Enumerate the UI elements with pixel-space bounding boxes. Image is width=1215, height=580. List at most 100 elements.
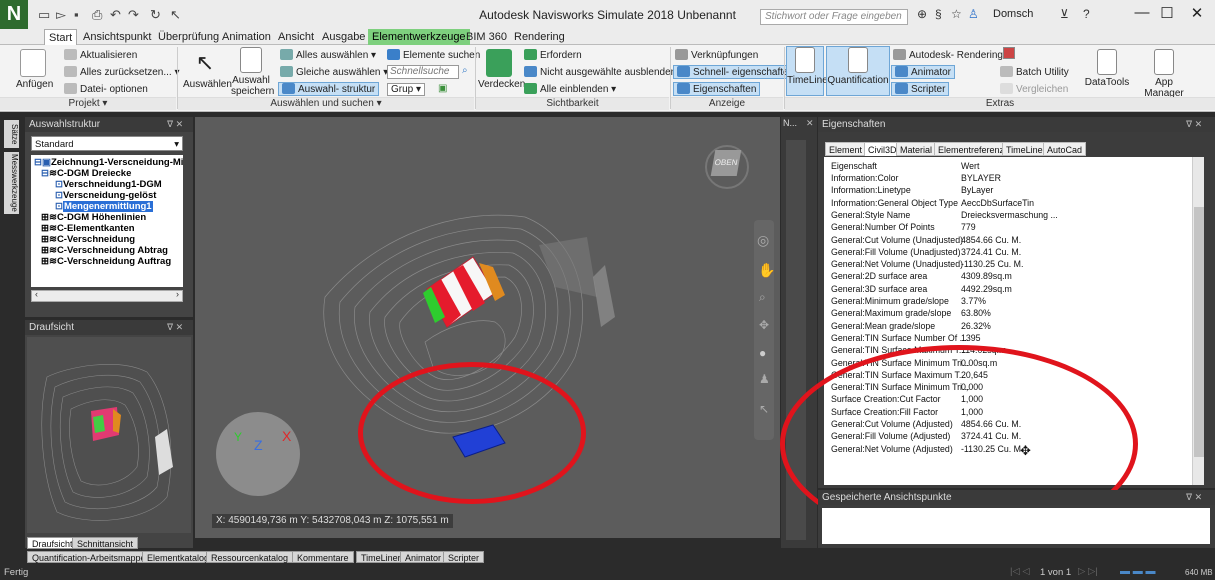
view-cube[interactable]: OBEN bbox=[710, 150, 742, 176]
erfordern-button[interactable]: Erfordern bbox=[524, 49, 582, 61]
tab-ansicht[interactable]: Ansicht bbox=[274, 29, 318, 45]
tab-elementkatalog[interactable]: Elementkatalog bbox=[142, 551, 215, 563]
group-auswaehlen[interactable]: Auswählen und suchen ▾ bbox=[178, 97, 474, 110]
auswaehlen-button[interactable]: ↖ Auswählen bbox=[183, 49, 232, 90]
subscription-icon[interactable]: § bbox=[935, 7, 942, 21]
animator-button[interactable]: Animator bbox=[891, 65, 956, 79]
star-icon[interactable]: ☆ bbox=[951, 7, 962, 21]
gleiche-auswaehlen-button[interactable]: Gleiche auswählen ▾ bbox=[280, 66, 388, 78]
elemente-suchen-button[interactable]: Elemente suchen bbox=[387, 49, 480, 61]
app-manager-button[interactable]: App Manager bbox=[1135, 49, 1193, 99]
verknuepfungen-button[interactable]: Verknüpfungen bbox=[675, 49, 758, 61]
expand-icon: ⊞ bbox=[41, 234, 49, 245]
maximize-button[interactable]: ☐ bbox=[1152, 4, 1182, 22]
scroll-right-icon[interactable]: › bbox=[176, 289, 179, 299]
tab-draufsicht[interactable]: Draufsicht bbox=[27, 537, 78, 549]
axis-z-label: Z bbox=[254, 437, 263, 453]
grup-label: Grup bbox=[391, 84, 414, 95]
zuruecksetzen-button[interactable]: Alles zurücksetzen... ▾ bbox=[64, 66, 180, 78]
prop-tab-element[interactable]: Element bbox=[825, 142, 867, 156]
group-projekt[interactable]: Projekt ▾ bbox=[0, 97, 176, 110]
tab-ausgabe[interactable]: Ausgabe bbox=[318, 29, 369, 45]
close-button[interactable]: ✕ bbox=[1182, 4, 1212, 22]
saetze-tab[interactable]: Sätze bbox=[4, 120, 19, 148]
datei-optionen-button[interactable]: Datei- optionen bbox=[64, 83, 148, 95]
datatools-button[interactable]: DataTools bbox=[1081, 49, 1133, 88]
datatools-label: DataTools bbox=[1084, 77, 1130, 88]
tab-animator-bottom[interactable]: Animator bbox=[400, 551, 447, 563]
tab-rendering[interactable]: Rendering bbox=[510, 29, 569, 45]
sets-icon[interactable]: ▣ bbox=[438, 83, 447, 94]
tree-item-label: Verscneidung-gelöst bbox=[62, 190, 157, 201]
search-input[interactable]: Stichwort oder Frage eingeben bbox=[760, 9, 908, 25]
saved-views-list[interactable] bbox=[822, 508, 1210, 544]
tab-scripter-bottom[interactable]: Scripter bbox=[443, 551, 485, 563]
prop-tab-elementreferenz[interactable]: Elementreferenz bbox=[934, 142, 1009, 156]
help-icon[interactable]: ? bbox=[1083, 7, 1090, 21]
tab-bim360[interactable]: BIM 360 bbox=[462, 29, 511, 45]
axis-y-label: Y bbox=[234, 430, 243, 444]
tree-horizontal-scrollbar[interactable]: ‹ › bbox=[31, 289, 183, 302]
binoculars-icon[interactable]: ⊕ bbox=[917, 7, 927, 21]
tab-ressourcenkatalog[interactable]: Ressourcenkatalog bbox=[206, 551, 294, 563]
alles-auswaehlen-button[interactable]: Alles auswählen ▾ bbox=[280, 49, 376, 61]
panel-close-icon[interactable]: ᐁ ✕ bbox=[167, 322, 183, 333]
zoom-icon[interactable]: ⌕ bbox=[759, 290, 766, 305]
schnellsuche-input[interactable]: Schnellsuche bbox=[387, 65, 459, 79]
appearance-icon[interactable] bbox=[1003, 47, 1015, 59]
quick-find-icon[interactable]: ⌕ bbox=[462, 65, 468, 76]
tab-quantification-workbook[interactable]: Quantification-Arbeitsmappe bbox=[27, 551, 151, 563]
links-icon bbox=[675, 49, 688, 60]
prop-tab-autocad[interactable]: AutoCad bbox=[1043, 142, 1087, 156]
auswahl-struktur-button[interactable]: Auswahl- struktur bbox=[278, 82, 380, 96]
property-value: -1130.25 Cu. M. bbox=[961, 259, 1024, 270]
anfuegen-button[interactable]: Anfügen bbox=[16, 49, 53, 90]
pan-hand-icon[interactable]: ✋ bbox=[758, 262, 775, 279]
eigenschaften-button[interactable]: Eigenschaften bbox=[673, 82, 761, 96]
look-icon[interactable]: ● bbox=[759, 346, 766, 360]
timeliner-button[interactable]: TimeLiner bbox=[786, 46, 831, 96]
tab-elementwerkzeuge[interactable]: Elementwerkzeuge bbox=[368, 29, 470, 45]
panel-close-icon[interactable]: ᐁ ✕ bbox=[1186, 492, 1202, 503]
aktualisieren-button[interactable]: Aktualisieren bbox=[64, 49, 137, 61]
select-tool-icon[interactable]: ↖ bbox=[759, 402, 769, 416]
steering-wheel-icon[interactable]: ◎ bbox=[757, 232, 769, 249]
orbit-icon[interactable]: ✥ bbox=[759, 318, 769, 332]
user-name[interactable]: Domsch bbox=[993, 8, 1033, 20]
batch-utility-button[interactable]: Batch Utility bbox=[1000, 66, 1069, 78]
tab-schnittansicht[interactable]: Schnittansicht bbox=[72, 537, 139, 549]
tab-timeliner-bottom[interactable]: TimeLiner bbox=[356, 551, 406, 563]
reset-icon bbox=[64, 66, 77, 77]
cart-icon[interactable]: ⊻ bbox=[1060, 7, 1069, 21]
narrow-panel-close-icon[interactable]: ✕ bbox=[806, 118, 814, 129]
alle-einblenden-button[interactable]: Alle einblenden ▾ bbox=[524, 83, 616, 95]
page-next-icon[interactable]: ▷ ▷| bbox=[1078, 566, 1098, 577]
schnell-eigenschaften-button[interactable]: Schnell- eigenschaften bbox=[673, 65, 799, 79]
panel-close-icon[interactable]: ᐁ ✕ bbox=[167, 119, 183, 130]
panel-close-icon[interactable]: ᐁ ✕ bbox=[1186, 119, 1202, 130]
scripter-button[interactable]: Scripter bbox=[891, 82, 950, 96]
grup-dropdown[interactable]: Grup ▾ bbox=[387, 83, 426, 96]
autodesk-rendering-button[interactable]: Autodesk- Rendering bbox=[893, 49, 1003, 61]
walk-icon[interactable]: ♟ bbox=[759, 372, 770, 386]
vergleichen-button[interactable]: Vergleichen bbox=[1000, 83, 1068, 95]
tree-item[interactable]: ⊞≋C-Verschneidung Auftrag bbox=[41, 256, 171, 268]
tab-animation[interactable]: Animation bbox=[218, 29, 275, 45]
prop-tab-material[interactable]: Material bbox=[896, 142, 937, 156]
page-first-icon[interactable]: |◁ ◁ bbox=[1010, 566, 1030, 577]
auswahl-speichern-button[interactable]: Auswahl speichern bbox=[231, 47, 274, 97]
tab-kommentare[interactable]: Kommentare bbox=[292, 551, 354, 563]
scroll-left-icon[interactable]: ‹ bbox=[35, 289, 38, 299]
tab-ueberpruefung[interactable]: Überprüfung bbox=[154, 29, 223, 45]
progress-icons: ▬ ▬ ▬ bbox=[1120, 566, 1156, 577]
tree-mode-dropdown[interactable]: Standard ▾ bbox=[31, 136, 183, 151]
tab-start[interactable]: Start bbox=[44, 29, 78, 45]
scrollbar-thumb[interactable] bbox=[1194, 207, 1204, 457]
properties-scrollbar[interactable] bbox=[1192, 157, 1204, 485]
quantification-button[interactable]: Quantification bbox=[826, 46, 890, 96]
messwerkzeuge-tab[interactable]: Messwerkzeuge bbox=[4, 152, 19, 214]
plan-view-canvas[interactable] bbox=[27, 337, 191, 533]
tab-ansichtspunkt[interactable]: Ansichtspunkt bbox=[79, 29, 155, 45]
nicht-ausgewaehlte-button[interactable]: Nicht ausgewählte ausblenden bbox=[524, 66, 676, 78]
verdecken-button[interactable]: Verdecken bbox=[478, 49, 525, 90]
